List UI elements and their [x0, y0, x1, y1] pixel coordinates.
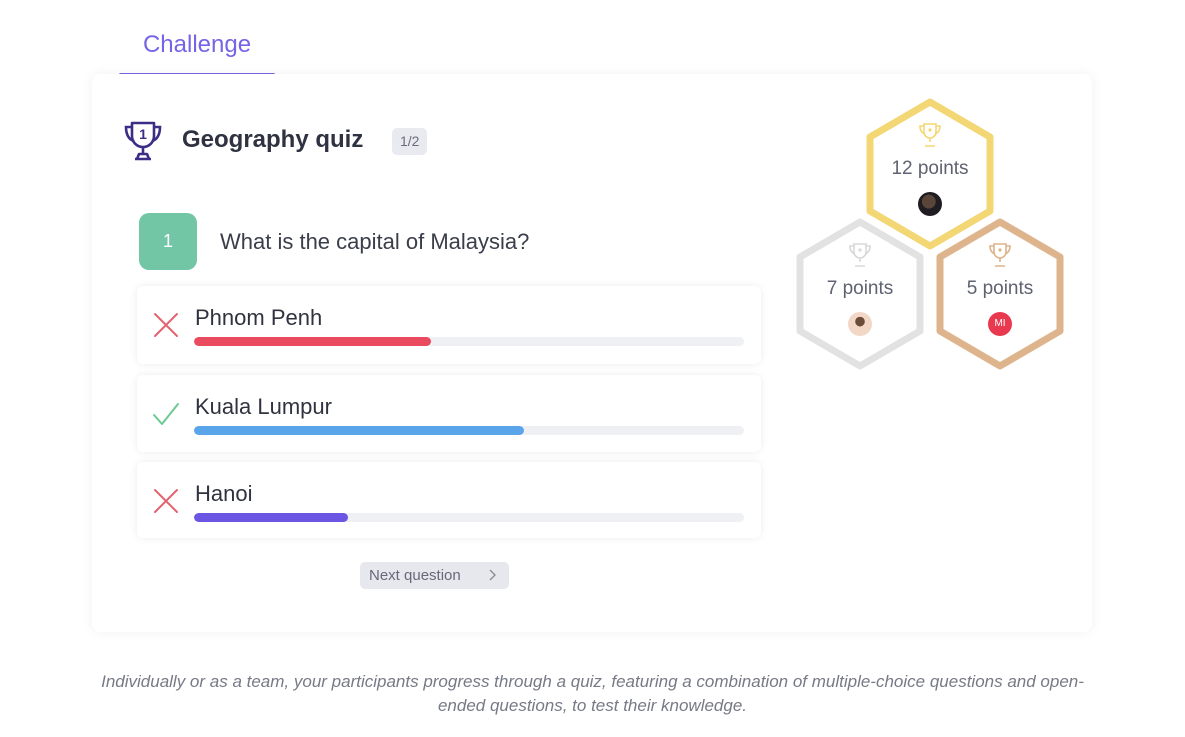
leaderboard-points: 7 points — [826, 278, 894, 299]
answer-option-1[interactable]: Phnom Penh — [137, 286, 761, 364]
answer-progress-track — [194, 513, 744, 522]
avatar: MI — [988, 312, 1012, 336]
leaderboard-third-place: 5 points MI — [934, 218, 1066, 370]
quiz-title: Geography quiz — [182, 126, 364, 153]
answer-label: Phnom Penh — [195, 305, 323, 330]
trophy-icon — [989, 243, 1011, 267]
next-question-label: Next question — [369, 567, 461, 584]
answer-label: Hanoi — [195, 481, 253, 506]
quiz-progress-badge: 1/2 — [392, 128, 428, 155]
trophy-icon: 1 — [124, 121, 162, 161]
leaderboard-second-place: 7 points — [794, 218, 926, 370]
tab-challenge[interactable]: Challenge — [119, 28, 275, 76]
leaderboard-points: 5 points — [966, 278, 1034, 299]
tab-challenge-label: Challenge — [142, 31, 252, 58]
chevron-right-icon — [489, 569, 496, 581]
trophy-number: 1 — [139, 126, 147, 142]
avatar — [848, 312, 872, 336]
answer-progress-fill — [194, 337, 431, 346]
question-text: What is the capital of Malaysia? — [220, 229, 530, 254]
answer-label: Kuala Lumpur — [195, 394, 332, 419]
answer-progress-track — [194, 426, 744, 435]
next-question-button[interactable]: Next question — [360, 562, 509, 589]
cross-icon — [154, 313, 178, 337]
answer-option-3[interactable]: Hanoi — [137, 462, 761, 538]
cross-icon — [154, 489, 178, 513]
question-number-badge: 1 — [139, 213, 197, 270]
caption: Individually or as a team, your particip… — [101, 672, 1084, 715]
trophy-icon — [919, 123, 941, 147]
avatar-initials: MI — [994, 318, 1006, 329]
trophy-icon — [849, 243, 871, 267]
answer-progress-fill — [194, 513, 348, 522]
checkmark-icon — [153, 403, 179, 425]
leaderboard-points: 12 points — [891, 158, 969, 179]
answer-progress-track — [194, 337, 744, 346]
answer-progress-fill — [194, 426, 524, 435]
avatar — [918, 192, 942, 216]
answer-option-2[interactable]: Kuala Lumpur — [137, 375, 761, 452]
